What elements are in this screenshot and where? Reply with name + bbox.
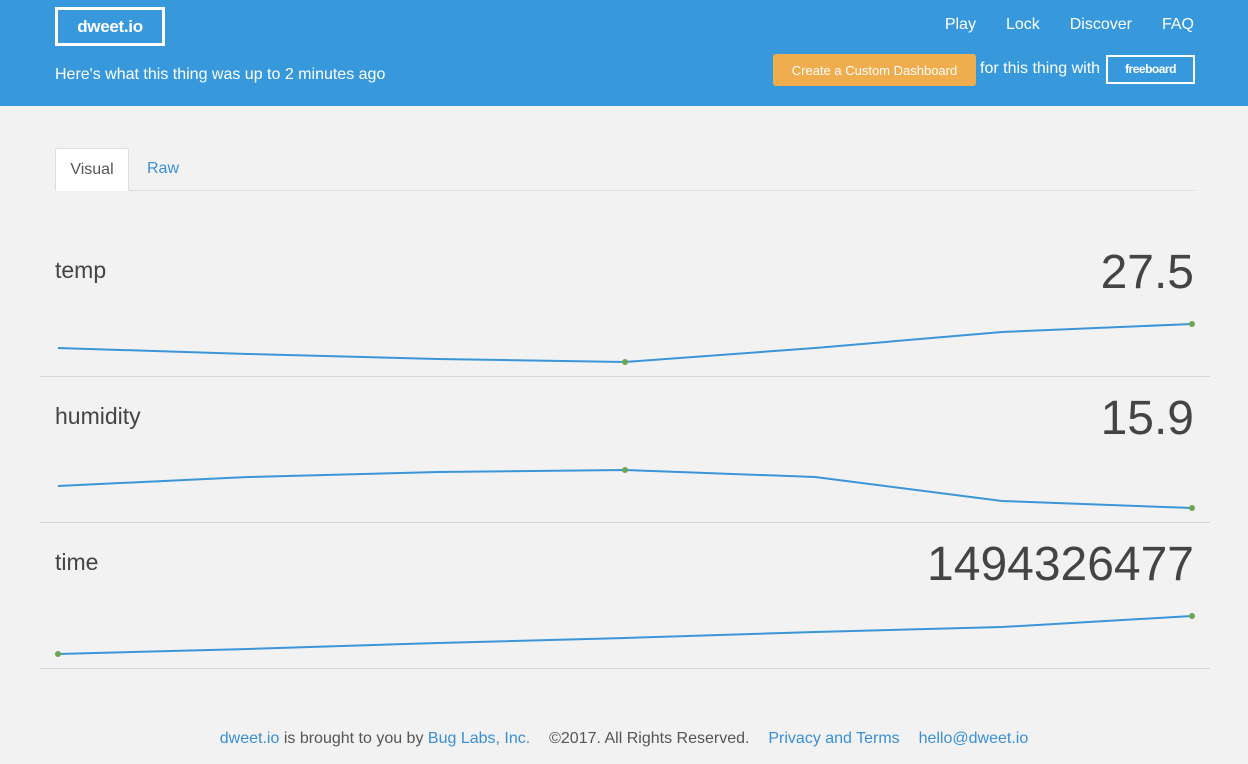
footer-brand-link[interactable]: dweet.io [220, 730, 280, 747]
metric-row-time: time 1494326477 [40, 523, 1210, 669]
sparkline-humidity-last-dot [1189, 505, 1195, 511]
tab-raw[interactable]: Raw [129, 148, 197, 191]
tagline: Here's what this thing was up to 2 minut… [55, 66, 386, 83]
nav-play[interactable]: Play [945, 16, 976, 34]
footer-brought-text: is brought to you by [283, 730, 424, 747]
logo[interactable]: dweet.io [55, 7, 165, 46]
with-text: for this thing with [980, 60, 1101, 77]
sparkline-temp [57, 321, 1195, 365]
footer-company-link[interactable]: Bug Labs, Inc. [428, 730, 530, 747]
main-nav: Play Lock Discover FAQ [945, 16, 1194, 34]
sparkline-temp-min-dot [622, 359, 628, 365]
metric-value: 15.9 [1100, 392, 1194, 445]
metric-value: 27.5 [1100, 246, 1194, 299]
metric-name: time [55, 549, 99, 575]
footer-copyright: ©2017. All Rights Reserved. [549, 730, 750, 747]
footer-privacy-link[interactable]: Privacy and Terms [768, 730, 899, 747]
metric-value: 1494326477 [927, 538, 1194, 591]
metric-name: temp [55, 257, 107, 283]
sparkline-temp-line [57, 323, 1193, 364]
create-dashboard-button[interactable]: Create a Custom Dashboard [773, 54, 976, 86]
footer-email-link[interactable]: hello@dweet.io [919, 730, 1029, 747]
sparkline-humidity [57, 467, 1195, 511]
metric-row-temp: temp 27.5 [40, 231, 1210, 377]
nav-lock[interactable]: Lock [1006, 16, 1040, 34]
sparkline-time-first-dot [55, 651, 61, 657]
tab-visual[interactable]: Visual [55, 148, 129, 191]
view-tabs: Visual Raw [55, 148, 1195, 191]
metric-name: humidity [55, 403, 141, 429]
freeboard-logo-link[interactable]: freeboard [1106, 55, 1195, 84]
nav-faq[interactable]: FAQ [1162, 16, 1194, 34]
sparkline-time-last-dot [1189, 613, 1195, 619]
sparkline-humidity-max-dot [622, 467, 628, 473]
sparkline-humidity-line [57, 468, 1193, 509]
metric-row-humidity: humidity 15.9 [40, 377, 1210, 523]
sparkline-temp-last-dot [1189, 321, 1195, 327]
footer: dweet.io is brought to you by Bug Labs, … [0, 730, 1248, 748]
sparkline-time-line [57, 615, 1193, 655]
nav-discover[interactable]: Discover [1070, 16, 1132, 34]
header-bar: dweet.io Here's what this thing was up t… [0, 0, 1248, 106]
